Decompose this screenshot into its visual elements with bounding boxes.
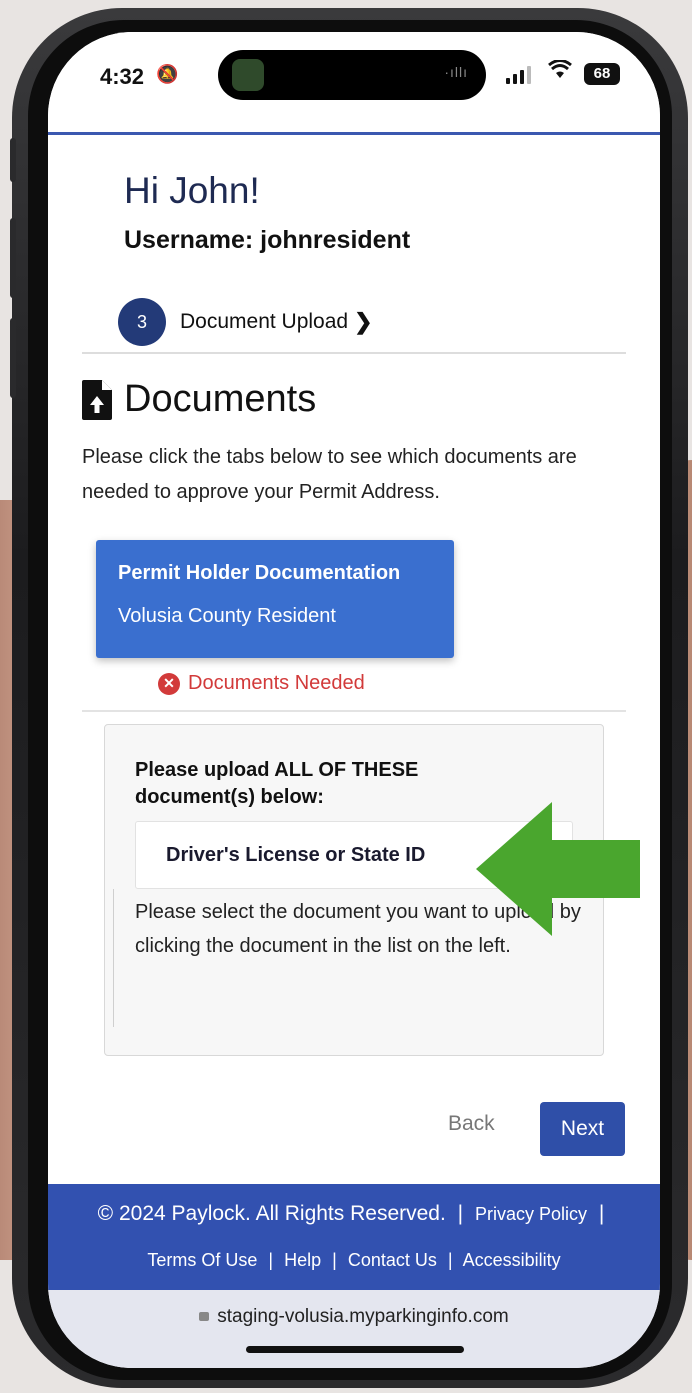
copyright-text: © 2024 Paylock. All Rights Reserved. [97,1202,446,1225]
home-indicator[interactable] [246,1346,464,1353]
cellular-signal-icon [506,66,531,84]
live-activity-icon [232,59,264,91]
documents-title: Documents [124,378,317,420]
accessibility-link[interactable]: Accessibility [463,1250,561,1270]
footer-separator: | [332,1250,337,1270]
step-indicator[interactable]: 3 Document Upload ❯ [118,298,373,346]
username-label: Username: johnresident [124,226,411,254]
lock-icon [199,1312,210,1321]
footer-separator: | [268,1250,274,1270]
privacy-policy-link[interactable]: Privacy Policy [475,1204,587,1224]
bell-slash-icon: 🔕 [156,64,179,84]
footer-row-1: © 2024 Paylock. All Rights Reserved. | P… [48,1202,660,1226]
battery-icon: 68 [584,63,620,85]
documents-instructions: Please click the tabs below to see which… [82,446,577,503]
volume-up-button [10,218,16,298]
site-footer: © 2024 Paylock. All Rights Reserved. | P… [48,1184,660,1290]
status-bar: 4:32 🔕 ·ıllı 68 [48,32,660,132]
x-circle-icon: ✕ [158,672,180,695]
greeting-heading: Hi John! [124,170,260,211]
browser-address-bar[interactable]: staging-volusia.myparkinginfo.com [48,1290,660,1368]
upload-heading: Please upload ALL OF THESE document(s) b… [135,759,419,808]
url-text: staging-volusia.myparkinginfo.com [217,1306,509,1327]
audio-wave-icon: ·ıllı [444,64,468,80]
status-documents-needed: ✕ Documents Needed [158,672,365,695]
phone-screen: 4:32 🔕 ·ıllı 68 Hi John! Username: johnr… [48,32,660,1368]
file-upload-icon [82,379,112,420]
panel-rule [113,889,114,1027]
footer-separator: | [457,1202,464,1225]
tab-permit-holder-documentation[interactable]: Permit Holder Documentation Volusia Coun… [96,540,454,658]
next-button[interactable]: Next [540,1102,625,1156]
header-divider [48,132,660,135]
green-arrow-annotation [476,802,640,936]
mute-switch [10,138,16,182]
volume-down-button [10,318,16,398]
wifi-icon [548,59,572,86]
help-link[interactable]: Help [284,1250,321,1270]
step-label: Document Upload [180,310,349,333]
documents-header: Documents [82,378,316,421]
dynamic-island: ·ıllı [218,50,486,100]
status-time: 4:32 [100,64,145,89]
contact-us-link[interactable]: Contact Us [348,1250,437,1270]
chevron-right-icon: ❯ [354,309,373,334]
footer-row-2: Terms Of Use | Help | Contact Us | Acces… [48,1250,660,1271]
step-number-badge: 3 [118,298,166,346]
terms-of-use-link[interactable]: Terms Of Use [147,1250,257,1270]
back-button[interactable]: Back [448,1112,495,1136]
status-text: Documents Needed [188,672,365,694]
section-divider-2 [82,710,626,712]
section-divider [82,352,626,354]
tab-subtitle: Volusia County Resident [118,605,336,627]
url-display: staging-volusia.myparkinginfo.com [48,1306,660,1328]
footer-separator: | [598,1202,605,1225]
tab-title: Permit Holder Documentation [118,562,401,584]
footer-separator: | [447,1250,453,1270]
